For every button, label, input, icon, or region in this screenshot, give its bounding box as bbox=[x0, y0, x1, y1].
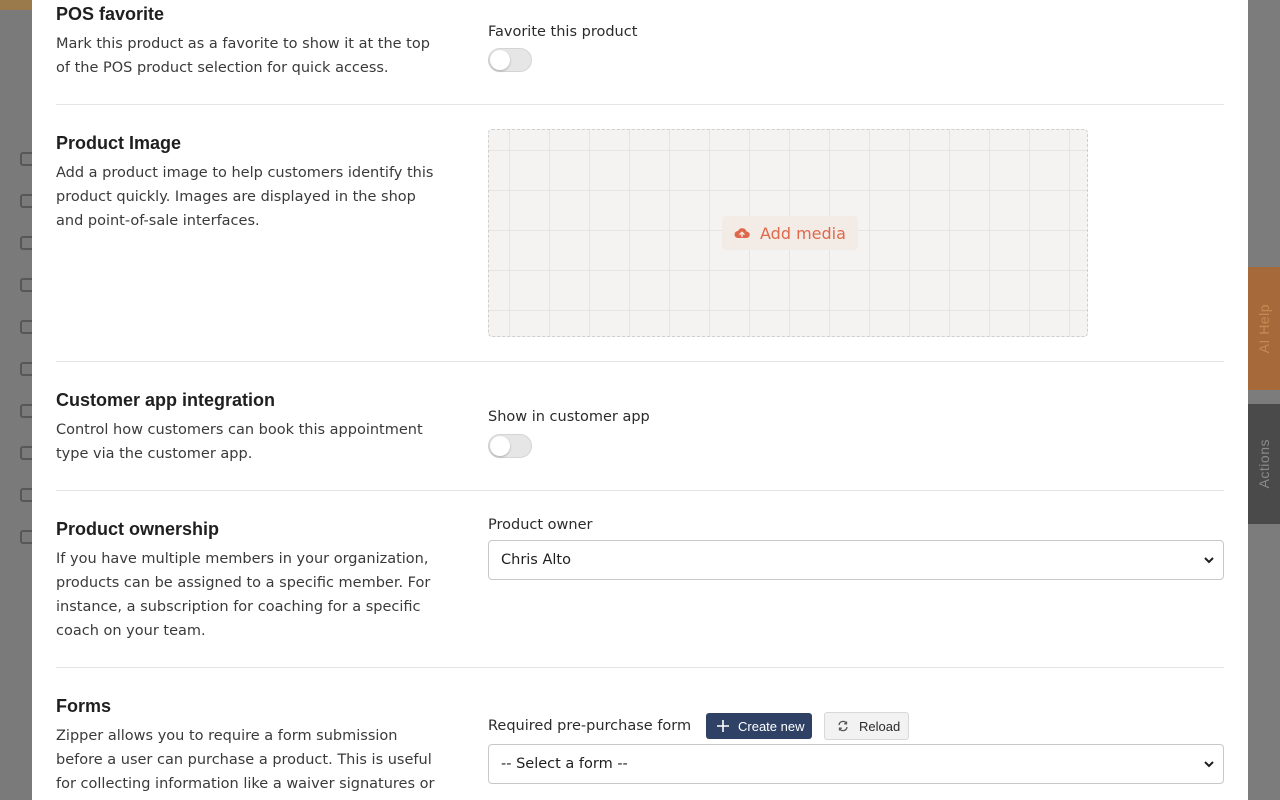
chevron-down-icon bbox=[1204, 557, 1214, 564]
actions-tab[interactable]: Actions bbox=[1248, 404, 1280, 524]
chevron-down-icon bbox=[1204, 761, 1214, 768]
ai-help-label: AI Help bbox=[1256, 303, 1272, 354]
add-media-label: Add media bbox=[760, 223, 846, 243]
toggle-knob bbox=[490, 50, 510, 70]
actions-label: Actions bbox=[1256, 439, 1272, 489]
product-image-section: Product Image Add a product image to hel… bbox=[56, 105, 1224, 362]
product-owner-select[interactable]: Chris Alto bbox=[488, 540, 1224, 580]
reload-forms-button[interactable]: Reload bbox=[824, 712, 910, 740]
favorite-product-toggle[interactable] bbox=[488, 48, 532, 72]
forms-title: Forms bbox=[56, 696, 112, 716]
create-new-form-button[interactable]: Create new bbox=[706, 713, 813, 739]
product-settings-modal: POS favorite Mark this product as a favo… bbox=[32, 0, 1248, 800]
refresh-icon bbox=[838, 720, 848, 732]
media-dropzone[interactable]: Add media bbox=[488, 129, 1088, 337]
customer-app-description: Control how customers can book this appo… bbox=[56, 422, 423, 462]
pos-favorite-section: POS favorite Mark this product as a favo… bbox=[56, 0, 1224, 105]
product-image-description: Add a product image to help customers id… bbox=[56, 165, 434, 229]
ai-help-tab[interactable]: AI Help bbox=[1248, 267, 1280, 390]
add-media-button[interactable]: Add media bbox=[722, 216, 858, 250]
plus-icon bbox=[717, 720, 729, 732]
reload-label: Reload bbox=[859, 718, 901, 734]
product-image-title: Product Image bbox=[56, 133, 182, 153]
pos-favorite-title: POS favorite bbox=[56, 4, 165, 24]
create-new-label: Create new bbox=[738, 718, 805, 734]
forms-description: Zipper allows you to require a form subm… bbox=[56, 728, 435, 792]
toggle-knob bbox=[490, 436, 510, 456]
pre-purchase-form-select[interactable]: -- Select a form -- bbox=[488, 744, 1224, 784]
pre-purchase-form-label: Required pre-purchase form bbox=[488, 718, 692, 734]
show-in-customer-app-label: Show in customer app bbox=[488, 409, 650, 425]
customer-app-title: Customer app integration bbox=[56, 390, 276, 410]
favorite-product-label: Favorite this product bbox=[488, 24, 638, 40]
product-ownership-title: Product ownership bbox=[56, 519, 220, 539]
product-owner-label: Product owner bbox=[488, 517, 593, 533]
forms-section: Forms Zipper allows you to require a for… bbox=[56, 668, 1224, 800]
pos-favorite-description: Mark this product as a favorite to show … bbox=[56, 36, 430, 76]
background-right-panel bbox=[1248, 0, 1280, 800]
pre-purchase-form-value: -- Select a form -- bbox=[501, 756, 628, 772]
product-owner-value: Chris Alto bbox=[501, 552, 571, 568]
show-in-customer-app-toggle[interactable] bbox=[488, 434, 532, 458]
cloud-upload-icon bbox=[734, 228, 750, 238]
product-ownership-section: Product ownership If you have multiple m… bbox=[56, 491, 1224, 668]
product-ownership-description: If you have multiple members in your org… bbox=[56, 551, 431, 639]
customer-app-section: Customer app integration Control how cus… bbox=[56, 362, 1224, 491]
